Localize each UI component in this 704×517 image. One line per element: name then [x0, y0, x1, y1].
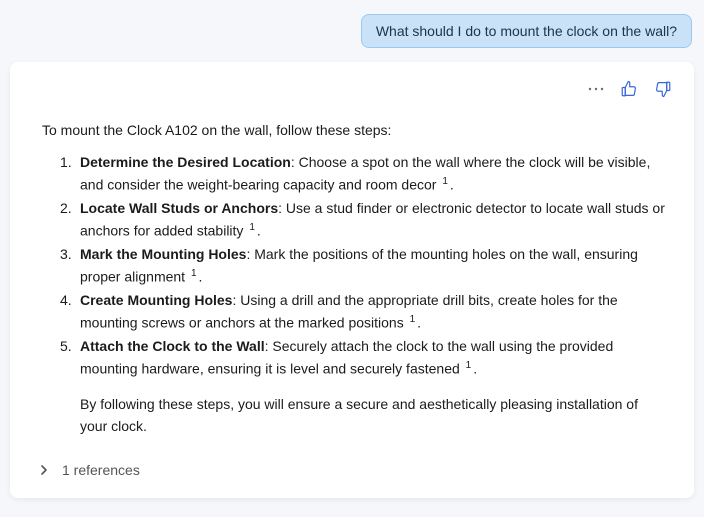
assistant-card: To mount the Clock A102 on the wall, fol…	[10, 62, 694, 498]
step-item: Locate Wall Studs or Anchors: Use a stud…	[80, 198, 666, 242]
steps-list: Determine the Desired Location: Choose a…	[80, 152, 666, 438]
citation-ref[interactable]: 1	[466, 360, 472, 371]
references-toggle[interactable]: 1 references	[38, 462, 672, 478]
intro-text: To mount the Clock A102 on the wall, fol…	[42, 122, 672, 138]
ellipsis-icon	[588, 87, 604, 91]
user-message-text: What should I do to mount the clock on t…	[376, 23, 677, 39]
closing-text: By following these steps, you will ensur…	[80, 394, 666, 437]
thumbs-down-icon	[654, 80, 672, 98]
citation-ref[interactable]: 1	[191, 268, 197, 279]
step-title: Create Mounting Holes	[80, 292, 232, 308]
step-title: Attach the Clock to the Wall	[80, 338, 265, 354]
more-options-button[interactable]	[588, 87, 604, 91]
citation-ref[interactable]: 1	[442, 176, 448, 187]
chevron-right-icon	[38, 464, 50, 476]
step-title: Mark the Mounting Holes	[80, 246, 246, 262]
thumbs-down-button[interactable]	[654, 80, 672, 98]
thumbs-up-button[interactable]	[620, 80, 638, 98]
references-label: 1 references	[62, 462, 140, 478]
step-title: Determine the Desired Location	[80, 154, 291, 170]
step-item: Determine the Desired Location: Choose a…	[80, 152, 666, 196]
step-item: Create Mounting Holes: Using a drill and…	[80, 290, 666, 334]
step-item: Mark the Mounting Holes: Mark the positi…	[80, 244, 666, 288]
citation-ref[interactable]: 1	[249, 222, 255, 233]
citation-ref[interactable]: 1	[410, 314, 416, 325]
message-toolbar	[32, 78, 672, 100]
thumbs-up-icon	[620, 80, 638, 98]
step-title: Locate Wall Studs or Anchors	[80, 200, 278, 216]
user-message-bubble: What should I do to mount the clock on t…	[361, 14, 692, 48]
step-item: Attach the Clock to the Wall: Securely a…	[80, 336, 666, 437]
